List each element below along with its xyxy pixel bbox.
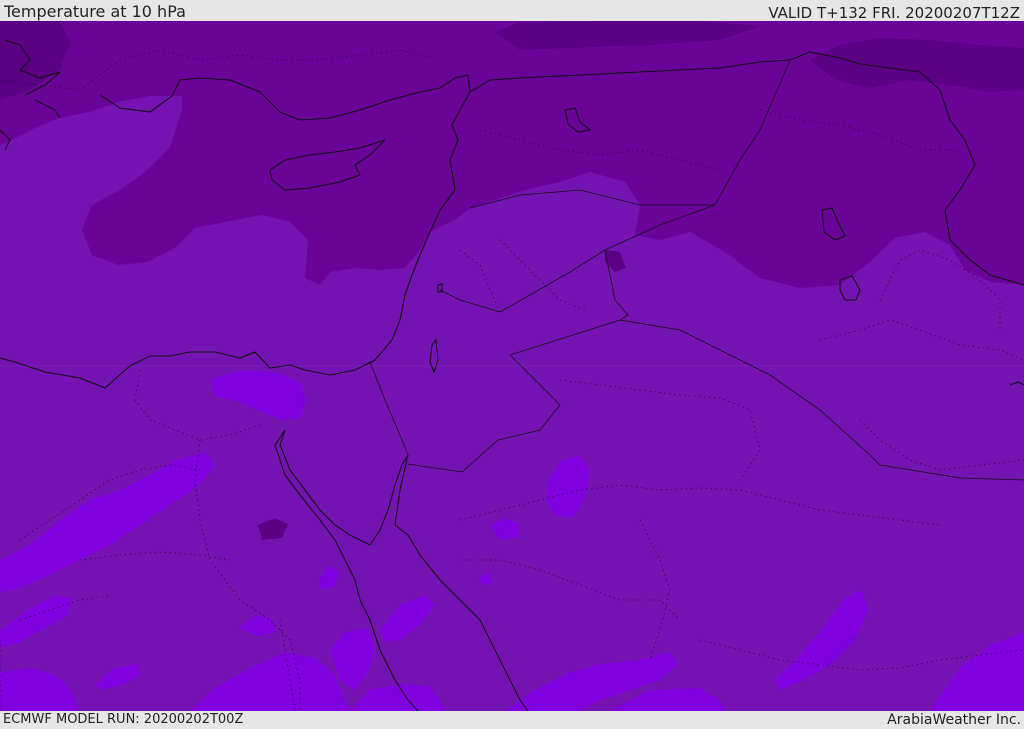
map-header: Temperature at 10 hPa VALID T+132 FRI. 2…: [0, 0, 1024, 21]
credit-label: ArabiaWeather Inc.: [887, 712, 1021, 728]
model-run-label: ECMWF MODEL RUN: 20200202T00Z: [3, 712, 244, 727]
map-canvas: [0, 21, 1024, 711]
map-footer: ECMWF MODEL RUN: 20200202T00Z ArabiaWeat…: [0, 711, 1024, 729]
valid-time: VALID T+132 FRI. 20200207T12Z: [768, 4, 1020, 22]
temperature-map[interactable]: [0, 21, 1024, 711]
map-title: Temperature at 10 hPa: [4, 2, 186, 21]
